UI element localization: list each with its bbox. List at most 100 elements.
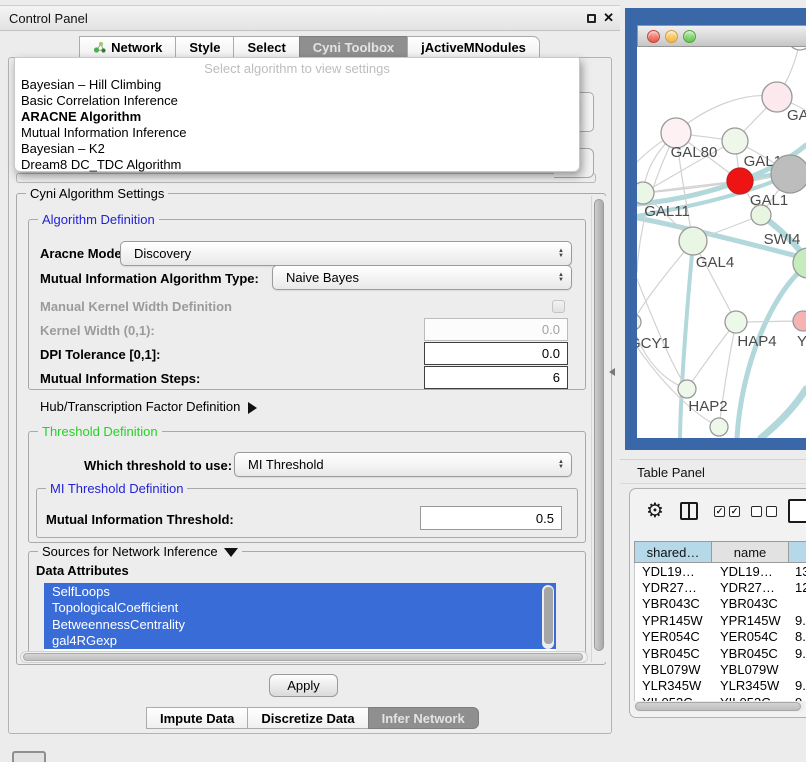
network-canvas[interactable]: GALGAL80GAL10GAL1GAL11SWI4GAL4HAP4YGCY1H… <box>637 47 806 438</box>
minimized-panel-icon[interactable] <box>12 751 46 762</box>
scrollbar-thumb[interactable] <box>23 653 583 661</box>
attribute-item[interactable]: TopologicalCoefficient <box>44 600 556 617</box>
tab[interactable]: Discretize Data <box>247 707 368 729</box>
minimize-traffic-light[interactable] <box>665 30 678 43</box>
cell-shared-name[interactable]: YDR27… <box>635 580 713 595</box>
network-edge[interactable] <box>637 241 693 322</box>
algorithm-popup-item[interactable]: Mutual Information Inference <box>15 125 579 141</box>
table-row[interactable]: YBL079W YBL079W <box>635 661 806 677</box>
cell-name[interactable]: YPR145W <box>713 613 790 628</box>
table-row[interactable]: YDR27… YDR27… 12 <box>635 579 806 595</box>
algorithm-popup-item[interactable]: Bayesian – K2 <box>15 141 579 157</box>
dpi-tolerance-field[interactable]: 0.0 <box>424 342 568 365</box>
cell-value[interactable]: 12 <box>790 580 806 595</box>
kernel-width-field[interactable]: 0.0 <box>424 318 568 341</box>
zoom-traffic-light[interactable] <box>683 30 696 43</box>
mi-steps-field[interactable]: 6 <box>424 366 568 389</box>
cell-value[interactable]: 9. <box>790 646 806 661</box>
cell-name[interactable]: YBR045C <box>713 646 790 661</box>
table-row[interactable]: YPR145W YPR145W 9. <box>635 612 806 628</box>
columns-icon[interactable] <box>680 502 698 520</box>
algorithm-popup-item[interactable]: Dream8 DC_TDC Algorithm <box>15 157 579 173</box>
column-header[interactable]: shared… <box>634 542 712 563</box>
cell-shared-name[interactable]: YBR045C <box>635 646 713 661</box>
close-icon[interactable]: ✕ <box>603 10 614 26</box>
network-node[interactable] <box>678 380 696 398</box>
column-header[interactable]: name <box>712 542 789 563</box>
column-header[interactable] <box>789 542 806 563</box>
close-traffic-light[interactable] <box>647 30 660 43</box>
network-node[interactable] <box>793 311 806 331</box>
network-edge[interactable] <box>761 389 806 438</box>
mi-type-select[interactable]: Naive Bayes ▲▼ <box>272 265 572 290</box>
cell-shared-name[interactable]: YLR345W <box>635 678 713 693</box>
float-icon[interactable] <box>587 14 596 23</box>
deselect-all-checkboxes-icon[interactable] <box>751 506 777 517</box>
table-row[interactable]: YER054C YER054C 8. <box>635 629 806 645</box>
network-node[interactable] <box>679 227 707 255</box>
settings-horizontal-scrollbar[interactable] <box>20 651 588 663</box>
splitter-collapse-arrow[interactable] <box>609 368 615 376</box>
cell-name[interactable]: YER054C <box>713 629 790 644</box>
sources-toggle[interactable]: Sources for Network Inference <box>38 544 242 559</box>
scrollbar-thumb[interactable] <box>544 587 553 644</box>
network-node[interactable] <box>727 168 753 194</box>
tab[interactable]: jActiveMNodules <box>407 36 540 58</box>
cell-name[interactable]: YDR27… <box>713 580 790 595</box>
network-node[interactable] <box>637 182 654 204</box>
attribute-item[interactable]: SelfLoops <box>44 583 556 600</box>
network-node[interactable] <box>771 155 806 193</box>
select-all-checkboxes-icon[interactable]: ✓ ✓ <box>714 506 740 517</box>
network-edge[interactable] <box>687 322 736 389</box>
cell-name[interactable]: YLR345W <box>713 678 790 693</box>
network-node[interactable] <box>637 314 641 330</box>
network-window-titlebar[interactable] <box>637 25 806 47</box>
network-edge[interactable] <box>637 279 687 389</box>
manual-kernel-checkbox[interactable] <box>552 300 565 313</box>
gear-icon[interactable]: ⚙ <box>646 498 664 523</box>
apply-button[interactable]: Apply <box>269 674 338 697</box>
network-node[interactable] <box>788 47 806 50</box>
tab[interactable]: Network <box>79 36 176 58</box>
tab[interactable]: Cyni Toolbox <box>299 36 408 58</box>
table-row[interactable]: YLR345W YLR345W 9. <box>635 678 806 694</box>
algorithm-popup-item[interactable]: Basic Correlation Inference <box>15 93 579 109</box>
tab[interactable]: Impute Data <box>146 707 248 729</box>
algorithm-popup-item[interactable]: ARACNE Algorithm <box>15 109 579 125</box>
table-row[interactable]: YBR045C YBR045C 9. <box>635 645 806 661</box>
scrollbar-thumb[interactable] <box>635 702 801 711</box>
cell-value[interactable]: 8. <box>790 629 806 644</box>
document-icon[interactable] <box>788 499 806 523</box>
network-edge[interactable] <box>676 96 777 133</box>
settings-vertical-scrollbar[interactable] <box>591 196 606 662</box>
tab[interactable]: Select <box>233 36 299 58</box>
cell-name[interactable]: YDL19… <box>713 564 790 579</box>
mi-threshold-field[interactable]: 0.5 <box>420 506 562 530</box>
scrollbar-thumb[interactable] <box>594 199 604 651</box>
table-row[interactable]: YDL19… YDL19… 13 <box>635 563 806 579</box>
cell-value[interactable]: 9. <box>790 678 806 693</box>
network-node[interactable] <box>710 418 728 436</box>
attribute-item[interactable]: gal4RGexp <box>44 633 556 650</box>
cell-name[interactable]: YBL079W <box>713 662 790 677</box>
hub-section-toggle[interactable]: Hub/Transcription Factor Definition <box>40 399 257 414</box>
cell-shared-name[interactable]: YER054C <box>635 629 713 644</box>
attributes-scrollbar[interactable] <box>542 585 554 649</box>
which-threshold-select[interactable]: MI Threshold ▲▼ <box>234 452 572 477</box>
algorithm-popup-item[interactable]: Bayesian – Hill Climbing <box>15 77 579 93</box>
network-node[interactable] <box>725 311 747 333</box>
aracne-mode-select[interactable]: Discovery ▲▼ <box>120 241 572 266</box>
network-node[interactable] <box>751 205 771 225</box>
table-row[interactable]: YIL053C YIL053C 9. <box>635 694 806 701</box>
cell-shared-name[interactable]: YBL079W <box>635 662 713 677</box>
table-horizontal-scrollbar[interactable] <box>634 701 804 712</box>
cell-value[interactable]: 13 <box>790 564 806 579</box>
cell-name[interactable]: YBR043C <box>713 596 790 611</box>
network-node[interactable] <box>722 128 748 154</box>
cell-shared-name[interactable]: YDL19… <box>635 564 713 579</box>
cell-value[interactable]: 9. <box>790 613 806 628</box>
table-row[interactable]: YBR043C YBR043C <box>635 596 806 612</box>
network-edge[interactable] <box>737 265 806 438</box>
cell-shared-name[interactable]: YBR043C <box>635 596 713 611</box>
tab[interactable]: Infer Network <box>368 707 479 729</box>
